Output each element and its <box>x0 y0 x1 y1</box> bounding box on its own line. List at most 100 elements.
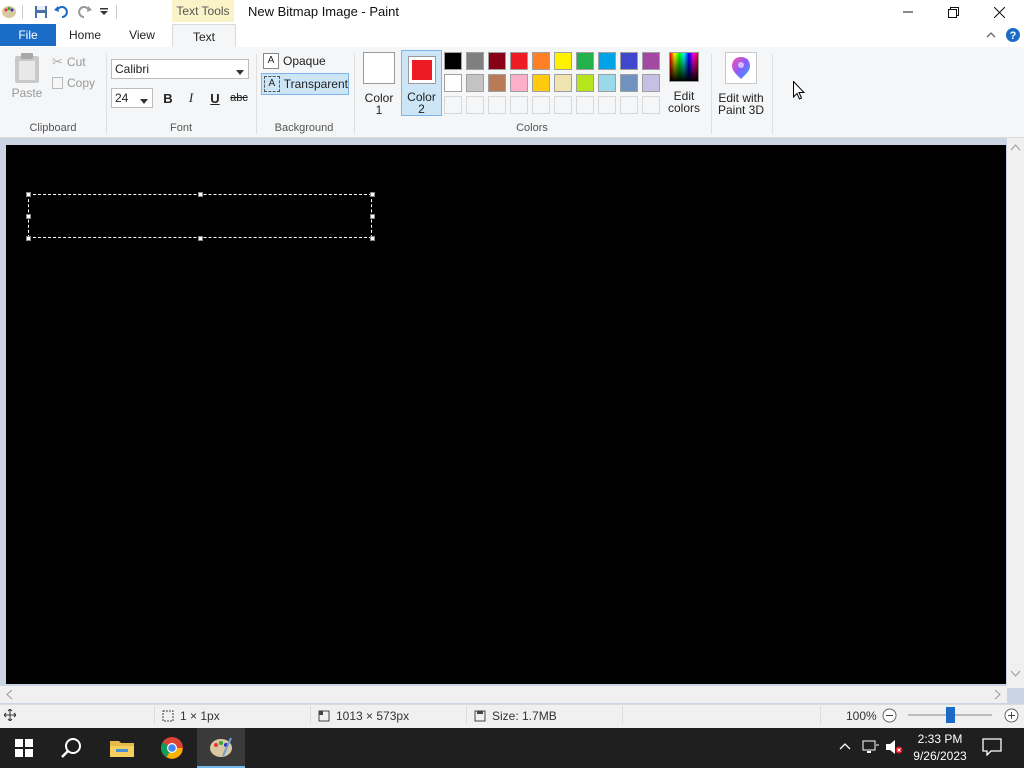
mouse-cursor-icon <box>793 80 806 103</box>
title-bar <box>0 0 1024 24</box>
resize-handle[interactable] <box>370 236 375 241</box>
file-explorer-icon[interactable] <box>98 728 146 768</box>
palette-swatch[interactable] <box>466 52 484 70</box>
horizontal-scrollbar[interactable] <box>0 686 1007 703</box>
color2-button[interactable]: Color 2 <box>401 50 442 116</box>
zoom-in-button[interactable] <box>1004 708 1019 726</box>
palette-swatch[interactable] <box>532 52 550 70</box>
resize-handle[interactable] <box>198 236 203 241</box>
minimize-button[interactable] <box>885 0 931 24</box>
palette-custom-slot[interactable] <box>488 96 506 114</box>
notifications-icon[interactable] <box>982 738 1002 759</box>
save-icon[interactable] <box>32 3 50 21</box>
paint-app-icon[interactable] <box>0 3 18 21</box>
palette-custom-slot[interactable] <box>532 96 550 114</box>
palette-swatch[interactable] <box>554 52 572 70</box>
palette-custom-slot[interactable] <box>466 96 484 114</box>
palette-custom-slot[interactable] <box>598 96 616 114</box>
text-box-selection[interactable] <box>28 194 372 238</box>
font-family-value: Calibri <box>115 62 150 76</box>
tab-file[interactable]: File <box>0 24 56 46</box>
chevron-up-icon[interactable] <box>838 740 852 754</box>
color1-button[interactable]: Color 1 <box>360 52 398 116</box>
tab-home[interactable]: Home <box>62 24 108 46</box>
vertical-scrollbar[interactable] <box>1007 138 1024 688</box>
palette-custom-slot[interactable] <box>620 96 638 114</box>
paste-button[interactable]: Paste <box>8 52 46 106</box>
resize-handle[interactable] <box>26 214 31 219</box>
palette-swatch[interactable] <box>598 52 616 70</box>
undo-icon[interactable] <box>53 3 71 21</box>
zoom-slider-thumb[interactable] <box>946 707 955 723</box>
file-size-value: Size: 1.7MB <box>492 709 557 723</box>
selection-size-status: 1 × 1px <box>162 709 220 723</box>
network-icon[interactable] <box>862 739 880 758</box>
separator <box>310 706 311 724</box>
separator <box>154 706 155 724</box>
paint3d-label-line2: Paint 3D <box>717 103 765 117</box>
italic-button[interactable]: I <box>182 89 200 107</box>
palette-swatch[interactable] <box>532 74 550 92</box>
palette-custom-slot[interactable] <box>576 96 594 114</box>
resize-handle[interactable] <box>198 192 203 197</box>
paint-taskbar-icon[interactable] <box>197 728 245 768</box>
clipboard-group-label: Clipboard <box>29 122 77 134</box>
zoom-out-button[interactable] <box>882 708 897 726</box>
palette-swatch[interactable] <box>466 74 484 92</box>
tab-text[interactable]: Text <box>172 24 236 48</box>
opaque-button[interactable]: A Opaque <box>263 53 326 69</box>
resize-handle[interactable] <box>370 214 375 219</box>
transparent-button[interactable]: A Transparent <box>261 73 349 95</box>
background-group-label: Background <box>274 122 334 134</box>
palette-swatch[interactable] <box>576 52 594 70</box>
palette-swatch[interactable] <box>576 74 594 92</box>
cut-button[interactable]: ✂ Cut <box>52 54 86 70</box>
opaque-icon: A <box>263 53 279 69</box>
palette-custom-slot[interactable] <box>554 96 572 114</box>
resize-handle[interactable] <box>26 192 31 197</box>
minimize-ribbon-icon[interactable] <box>985 29 997 41</box>
customize-quick-access-icon[interactable] <box>95 3 113 21</box>
separator <box>622 706 623 724</box>
palette-swatch[interactable] <box>620 52 638 70</box>
resize-handle[interactable] <box>370 192 375 197</box>
copy-button[interactable]: Copy <box>52 76 95 90</box>
search-icon[interactable] <box>48 728 96 768</box>
palette-swatch[interactable] <box>554 74 572 92</box>
help-icon[interactable]: ? <box>1005 27 1021 43</box>
tab-view[interactable]: View <box>120 24 164 46</box>
close-button[interactable] <box>976 0 1022 24</box>
taskbar-clock[interactable]: 2:33 PM 9/26/2023 <box>900 731 980 765</box>
palette-swatch[interactable] <box>488 74 506 92</box>
palette-custom-slot[interactable] <box>510 96 528 114</box>
palette-swatch[interactable] <box>510 74 528 92</box>
palette-swatch[interactable] <box>488 52 506 70</box>
restore-button[interactable] <box>930 0 976 24</box>
palette-swatch[interactable] <box>510 52 528 70</box>
selection-size-value: 1 × 1px <box>180 709 220 723</box>
palette-swatch[interactable] <box>620 74 638 92</box>
cut-label: Cut <box>66 55 86 69</box>
palette-swatch[interactable] <box>598 74 616 92</box>
bold-button[interactable]: B <box>159 89 177 107</box>
edit-with-paint3d-button[interactable]: Edit with Paint 3D <box>714 52 768 116</box>
file-size-status: Size: 1.7MB <box>474 709 557 723</box>
resize-handle[interactable] <box>26 236 31 241</box>
font-size-select[interactable]: 24 <box>111 88 153 108</box>
palette-swatch[interactable] <box>444 52 462 70</box>
copy-icon <box>52 77 63 89</box>
palette-swatch[interactable] <box>642 74 660 92</box>
font-family-select[interactable]: Calibri <box>111 59 249 79</box>
edit-colors-button[interactable]: Edit colors <box>666 52 702 116</box>
canvas-size-status: 1013 × 573px <box>318 709 409 723</box>
underline-button[interactable]: U <box>206 89 224 107</box>
palette-swatch[interactable] <box>642 52 660 70</box>
redo-icon[interactable] <box>75 3 93 21</box>
windows-start-icon[interactable] <box>0 728 48 768</box>
selection-icon <box>162 710 174 722</box>
palette-swatch[interactable] <box>444 74 462 92</box>
strikethrough-button[interactable]: abc <box>229 89 249 107</box>
palette-custom-slot[interactable] <box>642 96 660 114</box>
chrome-icon[interactable] <box>148 728 196 768</box>
palette-custom-slot[interactable] <box>444 96 462 114</box>
